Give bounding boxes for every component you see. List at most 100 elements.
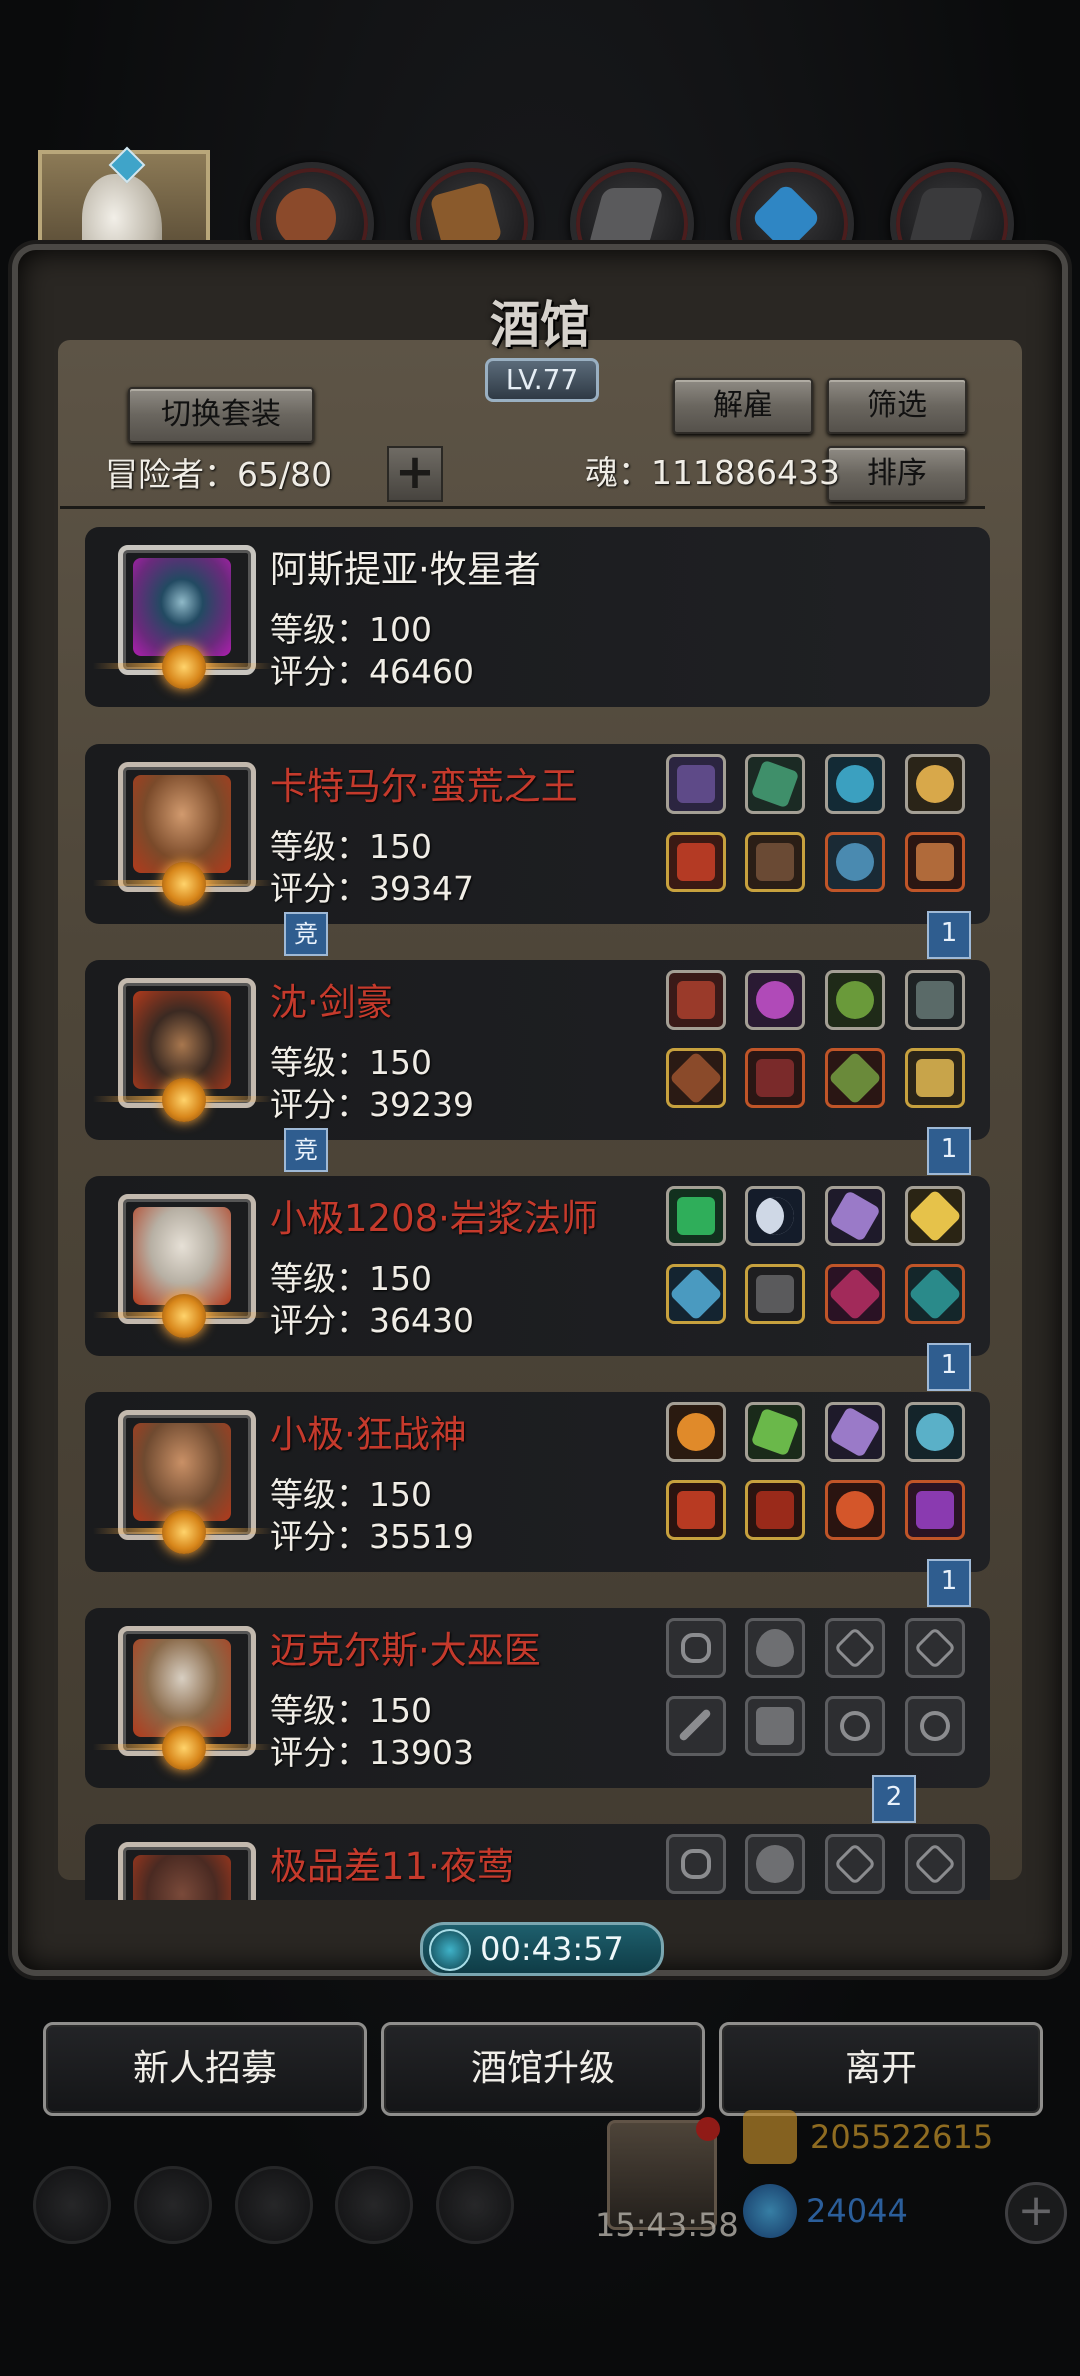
swordsman-portrait-icon <box>133 991 231 1089</box>
purple-crystal-icon <box>829 1406 881 1458</box>
equipment-slot[interactable] <box>666 832 726 892</box>
hero-rank-badge-icon <box>162 645 206 689</box>
empty-equipment-slot[interactable] <box>905 1696 965 1756</box>
hero-card[interactable]: 小极·狂战神 等级：150 评分：35519 <box>85 1392 990 1572</box>
empty-equipment-slot[interactable] <box>825 1834 885 1894</box>
hero-card[interactable]: 迈克尔斯·大巫医 等级：150 评分：13903 <box>85 1608 990 1788</box>
hero-card[interactable]: 阿斯提亚·牧星者 等级：100 评分：46460 <box>85 527 990 707</box>
empty-equipment-slot[interactable] <box>666 1834 726 1894</box>
empty-equipment-slot[interactable] <box>745 1696 805 1756</box>
tavern-upgrade-button[interactable]: 酒馆升级 <box>381 2022 705 2116</box>
switch-outfit-button[interactable]: 切换套装 <box>128 387 314 443</box>
equipment-slot[interactable] <box>666 1480 726 1540</box>
mail-icon[interactable] <box>335 2166 413 2244</box>
iron-ingot-icon <box>587 188 665 248</box>
gem-amount: 24044 <box>806 2192 908 2230</box>
equipment-slot[interactable] <box>825 1480 885 1540</box>
header-divider <box>60 506 985 509</box>
empty-equipment-slot[interactable] <box>745 1834 805 1894</box>
empty-equipment-slot[interactable] <box>745 1618 805 1678</box>
equipment-slot[interactable] <box>745 754 805 814</box>
equipment-slot[interactable] <box>745 1480 805 1540</box>
add-adventurer-slot-button[interactable]: + <box>387 446 443 502</box>
rank-ribbon: 1 <box>927 1559 971 1607</box>
equipment-slot[interactable] <box>905 1048 965 1108</box>
equipment-slot[interactable] <box>905 754 965 814</box>
hero-card[interactable]: 极品差11·夜莺 <box>85 1824 990 1900</box>
equipment-slot[interactable] <box>825 1186 885 1246</box>
empty-equipment-slot[interactable] <box>666 1618 726 1678</box>
equipment-slot[interactable] <box>905 1480 965 1540</box>
hourglass-outline-icon <box>833 1626 877 1670</box>
hero-level: 等级：150 <box>270 1691 432 1730</box>
dismiss-button[interactable]: 解雇 <box>673 378 813 434</box>
equipment-slot[interactable] <box>666 1402 726 1462</box>
flame-outline-icon <box>756 1629 794 1667</box>
notification-dot <box>696 2117 720 2141</box>
rank-ribbon: 1 <box>927 1343 971 1391</box>
equipment-slot[interactable] <box>905 1186 965 1246</box>
purple-orb-icon <box>756 981 794 1019</box>
equipment-slot[interactable] <box>666 1048 726 1108</box>
equipment-slot[interactable] <box>666 970 726 1030</box>
equipment-slot[interactable] <box>745 1186 805 1246</box>
hero-name: 沈·剑豪 <box>270 981 393 1024</box>
add-currency-button[interactable]: + <box>1005 2182 1067 2244</box>
equipment-slot[interactable] <box>905 1264 965 1324</box>
rank-ribbon: 1 <box>927 911 971 959</box>
equipment-slot[interactable] <box>745 832 805 892</box>
empty-equipment-slot[interactable] <box>666 1696 726 1756</box>
hero-list[interactable]: 阿斯提亚·牧星者 等级：100 评分：46460 卡特马尔·蛮荒之王 等级：15… <box>85 525 995 1900</box>
ring-outline-icon <box>840 1711 870 1741</box>
equipment-slot[interactable] <box>825 754 885 814</box>
equipment-slot[interactable] <box>745 970 805 1030</box>
sort-button[interactable]: 排序 <box>827 446 967 502</box>
empty-equipment-slot[interactable] <box>905 1618 965 1678</box>
equipment-slot[interactable] <box>905 970 965 1030</box>
hourglass-outline-icon <box>913 1842 957 1886</box>
hero-name: 阿斯提亚·牧星者 <box>270 548 541 591</box>
guild-icon[interactable] <box>436 2166 514 2244</box>
hero-rank-badge-icon <box>162 1510 206 1554</box>
equipment-slot[interactable] <box>825 970 885 1030</box>
demon-helm-icon <box>677 981 715 1019</box>
hero-card[interactable]: 卡特马尔·蛮荒之王 等级：150 评分：39347 <box>85 744 990 924</box>
equipment-slot[interactable] <box>905 832 965 892</box>
recruit-button[interactable]: 新人招募 <box>43 2022 367 2116</box>
empty-equipment-slot[interactable] <box>905 1834 965 1894</box>
equipment-slot[interactable] <box>666 1186 726 1246</box>
empty-equipment-slot[interactable] <box>825 1696 885 1756</box>
equipment-slot[interactable] <box>825 1048 885 1108</box>
wood-plank-icon <box>429 181 503 255</box>
filter-button[interactable]: 筛选 <box>827 378 967 434</box>
blue-flower-icon <box>836 765 874 803</box>
equipment-slot[interactable] <box>745 1264 805 1324</box>
crescent-moon-icon <box>756 1197 794 1235</box>
hooded-mage-portrait-icon <box>133 558 231 656</box>
hero-rank-badge-icon <box>162 1078 206 1122</box>
equipment-slot[interactable] <box>825 1402 885 1462</box>
settings-icon[interactable] <box>33 2166 111 2244</box>
star-icon[interactable] <box>134 2166 212 2244</box>
staff-icon <box>828 1051 882 1105</box>
equipment-slot[interactable] <box>745 1402 805 1462</box>
hero-card[interactable]: 沈·剑豪 等级：150 评分：39239 <box>85 960 990 1140</box>
equipment-slot[interactable] <box>666 1264 726 1324</box>
hero-card[interactable]: 小极1208·岩浆法师 等级：150 评分：36430 <box>85 1176 990 1356</box>
page-title: 酒馆 <box>490 295 590 354</box>
equipment-slot[interactable] <box>825 1264 885 1324</box>
gold-coin-icon <box>743 2110 797 2164</box>
equipment-slot[interactable] <box>905 1402 965 1462</box>
red-armor-icon <box>756 1491 794 1529</box>
equipment-slot[interactable] <box>745 1048 805 1108</box>
equipment-slot[interactable] <box>666 754 726 814</box>
equipment-slot[interactable] <box>825 832 885 892</box>
axe-icon <box>677 843 715 881</box>
medal-icon <box>916 843 954 881</box>
codex-icon[interactable] <box>235 2166 313 2244</box>
hero-level: 等级：100 <box>270 610 432 649</box>
leave-button[interactable]: 离开 <box>719 2022 1043 2116</box>
hero-score: 评分：39347 <box>270 869 474 908</box>
empty-equipment-slot[interactable] <box>825 1618 885 1678</box>
ring-outline-icon <box>920 1711 950 1741</box>
